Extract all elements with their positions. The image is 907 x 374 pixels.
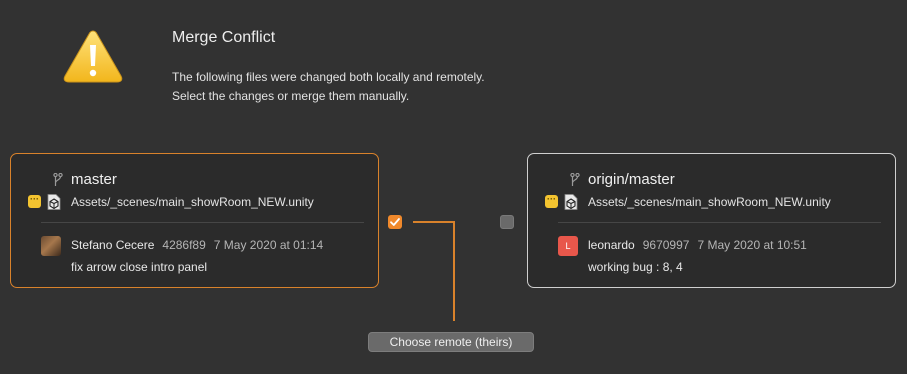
avatar [41,236,61,256]
local-changes-card[interactable]: master ··· Assets/_scenes/main_showRoom_… [10,153,379,288]
message-line-2: Select the changes or merge them manuall… [172,89,410,103]
dialog-title: Merge Conflict [172,29,276,46]
commit-hash: 9670997 [642,238,690,252]
remote-changes-card[interactable]: origin/master ··· Assets/_scenes/main_sh… [527,153,896,288]
unity-file-icon [47,194,61,210]
message-line-1: The following files were changed both lo… [172,70,485,84]
branch-icon [570,173,580,186]
commit-date: 7 May 2020 at 01:14 [213,238,324,252]
commit-date: 7 May 2020 at 10:51 [697,238,807,252]
commit-author: Stefano Cecere [71,238,155,252]
branch-name: origin/master [588,171,675,188]
commit-info: Stefano Cecere 4286f89 7 May 2020 at 01:14 [71,238,323,252]
divider [558,222,881,223]
branch-name: master [71,171,117,188]
branch-icon [53,173,63,186]
commit-info: leonardo 9670997 7 May 2020 at 10:51 [588,238,807,252]
conflict-file-row: ··· Assets/_scenes/main_showRoom_NEW.uni… [28,194,368,210]
local-select-checkbox[interactable] [388,215,402,229]
conflict-file-row: ··· Assets/_scenes/main_showRoom_NEW.uni… [545,194,885,210]
dialog-message: The following files were changed both lo… [172,68,485,106]
merge-conflict-dialog: Merge Conflict The following files were … [0,0,907,374]
modified-badge-icon: ··· [545,195,558,208]
commit-message: working bug : 8, 4 [588,260,683,274]
divider [41,222,364,223]
file-path: Assets/_scenes/main_showRoom_NEW.unity [588,195,831,209]
file-path: Assets/_scenes/main_showRoom_NEW.unity [71,195,314,209]
commit-author: leonardo [588,238,635,252]
choose-remote-button[interactable]: Choose remote (theirs) [368,332,534,352]
commit-hash: 4286f89 [162,238,206,252]
modified-badge-icon: ··· [28,195,41,208]
remote-select-checkbox[interactable] [500,215,514,229]
warning-triangle-icon [63,30,123,83]
checkmark-icon [390,218,400,226]
avatar: L [558,236,578,256]
unity-file-icon [564,194,578,210]
commit-message: fix arrow close intro panel [71,260,208,274]
selection-connector [453,221,455,321]
selection-connector [413,221,455,223]
